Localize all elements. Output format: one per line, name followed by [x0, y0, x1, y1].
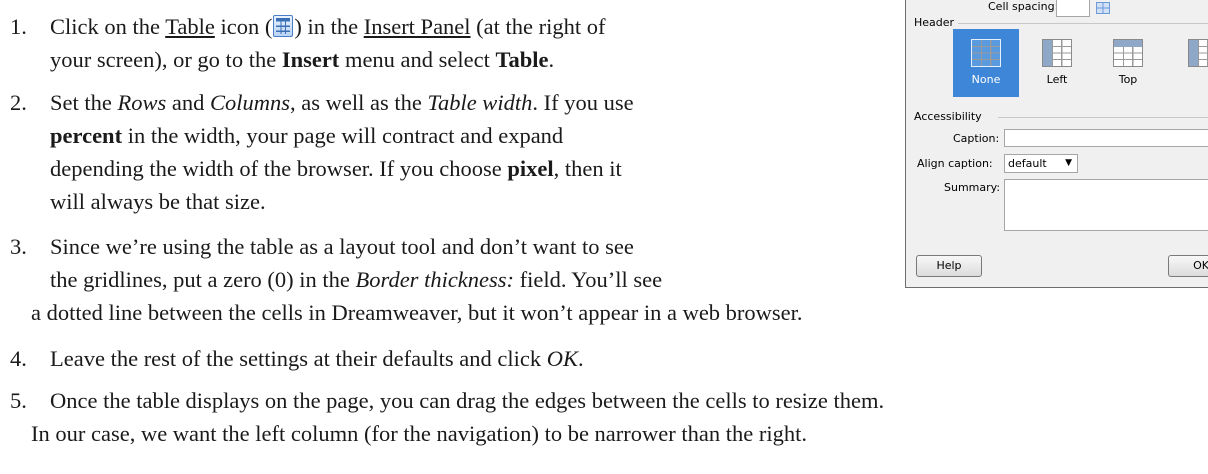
- step-number: 1.: [10, 14, 27, 39]
- help-button[interactable]: Help: [916, 255, 982, 277]
- table-none-icon: [971, 39, 1001, 67]
- cell-spacing-label: Cell spacing:: [988, 0, 1059, 13]
- align-caption-select[interactable]: default ▼: [1004, 154, 1078, 173]
- caption-input[interactable]: [1004, 129, 1208, 147]
- step-number: 4.: [10, 346, 27, 371]
- align-caption-label: Align caption:: [917, 157, 993, 170]
- caption-label: Caption:: [953, 132, 1000, 145]
- accessibility-legend: Accessibility: [914, 110, 982, 123]
- ok-button[interactable]: OK: [1168, 255, 1208, 277]
- table-grid-icon: [273, 15, 294, 37]
- header-divider: [958, 23, 1208, 24]
- step-number: 5.: [10, 388, 27, 413]
- header-option-left[interactable]: Left: [1024, 29, 1090, 97]
- summary-textarea[interactable]: [1004, 179, 1208, 231]
- header-option-top[interactable]: Top: [1095, 29, 1161, 97]
- accessibility-divider: [998, 117, 1208, 118]
- step-number: 2.: [10, 90, 27, 115]
- cell-spacing-icon: [1096, 2, 1110, 14]
- header-legend: Header: [914, 16, 955, 29]
- table-left-header-icon: [1042, 39, 1072, 67]
- table-both-header-icon: [1188, 39, 1208, 67]
- table-dialog-screenshot: Cell spacing: Header None Left Top Acces…: [905, 0, 1208, 288]
- cell-spacing-input[interactable]: [1056, 0, 1090, 17]
- step-number: 3.: [10, 234, 27, 259]
- table-link[interactable]: Table: [165, 14, 215, 39]
- table-top-header-icon: [1113, 39, 1143, 67]
- header-option-none[interactable]: None: [953, 29, 1019, 97]
- header-option-both[interactable]: [1166, 29, 1208, 97]
- chevron-down-icon: ▼: [1065, 158, 1072, 168]
- summary-label: Summary:: [944, 181, 1001, 194]
- insert-panel-link[interactable]: Insert Panel: [364, 14, 471, 39]
